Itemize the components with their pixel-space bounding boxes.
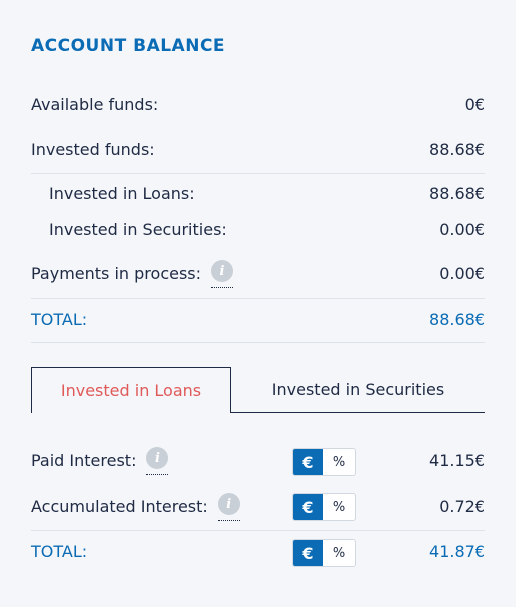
invested-in-loans-value: 88.68€ (429, 183, 485, 203)
accumulated-interest-unit-toggle: € % (292, 493, 356, 521)
info-icon[interactable]: i (211, 260, 234, 288)
percent-toggle-button[interactable]: % (323, 540, 355, 566)
payments-in-process-label: Payments in process: (31, 263, 202, 283)
percent-toggle-button[interactable]: % (323, 449, 355, 475)
paid-interest-row: Paid Interest: i 41.15€ (31, 438, 485, 482)
invested-in-securities-row: Invested in Securities: 0.00€ (49, 207, 485, 251)
info-icon[interactable]: i (146, 447, 169, 475)
invested-in-securities-value: 0.00€ (439, 219, 485, 239)
interest-total-row: TOTAL: 41.87€ (31, 529, 485, 573)
paid-interest-unit-toggle: € % (292, 448, 356, 476)
interest-total-unit-toggle: € % (292, 539, 356, 567)
divider (31, 342, 485, 343)
paid-interest-label-group: Paid Interest: i (31, 447, 169, 475)
payments-in-process-label-group: Payments in process: i (31, 260, 234, 288)
interest-total-value: 41.87€ (429, 541, 485, 561)
account-total-label: TOTAL: (31, 309, 88, 329)
investment-tabs: Invested in Loans Invested in Securities (31, 367, 485, 414)
invested-funds-label: Invested funds: (31, 139, 155, 159)
euro-toggle-button[interactable]: € (293, 449, 323, 475)
tab-invested-in-securities[interactable]: Invested in Securities (231, 367, 485, 412)
account-balance-title: ACCOUNT BALANCE (31, 36, 226, 56)
invested-in-securities-label: Invested in Securities: (49, 219, 227, 239)
percent-toggle-button[interactable]: % (323, 494, 355, 520)
paid-interest-label: Paid Interest: (31, 450, 137, 470)
tab-invested-in-loans[interactable]: Invested in Loans (31, 367, 231, 413)
accumulated-interest-row: Accumulated Interest: i 0.72€ (31, 484, 485, 528)
available-funds-row: Available funds: 0€ (31, 82, 485, 126)
euro-toggle-button[interactable]: € (293, 494, 323, 520)
payments-in-process-value: 0.00€ (439, 263, 485, 283)
interest-total-label: TOTAL: (31, 541, 88, 561)
euro-toggle-button[interactable]: € (293, 540, 323, 566)
account-total-value: 88.68€ (429, 309, 485, 329)
accumulated-interest-value: 0.72€ (439, 496, 485, 516)
invested-in-loans-label: Invested in Loans: (49, 183, 195, 203)
invested-funds-row: Invested funds: 88.68€ (31, 127, 485, 171)
tab-underline (231, 412, 485, 413)
available-funds-value: 0€ (464, 94, 485, 114)
account-balance-panel: ACCOUNT BALANCE Available funds: 0€ Inve… (0, 0, 516, 607)
payments-in-process-row: Payments in process: i 0.00€ (31, 251, 485, 295)
accumulated-interest-label: Accumulated Interest: (31, 496, 208, 516)
paid-interest-value: 41.15€ (429, 450, 485, 470)
available-funds-label: Available funds: (31, 94, 159, 114)
accumulated-interest-label-group: Accumulated Interest: i (31, 493, 240, 521)
invested-funds-value: 88.68€ (429, 139, 485, 159)
info-icon[interactable]: i (217, 493, 240, 521)
account-total-row: TOTAL: 88.68€ (31, 297, 485, 341)
